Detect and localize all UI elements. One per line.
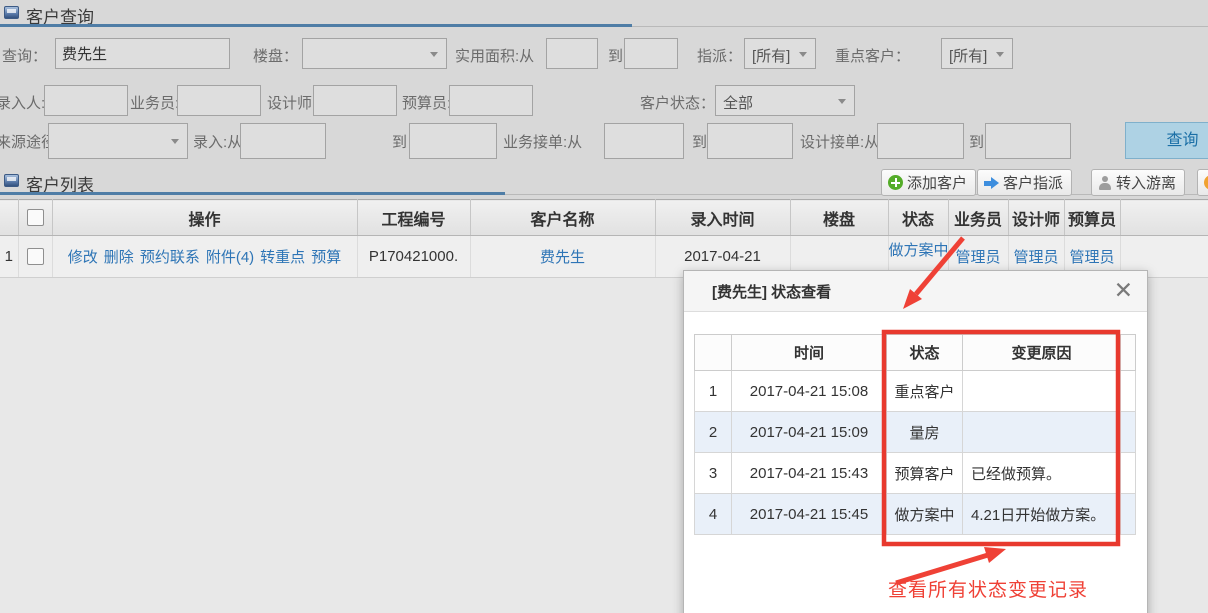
col-time: 时间 [732,335,887,371]
status-history-table: 时间 状态 变更原因 1 2017-04-21 15:08 重点客户 2 201… [694,334,1136,535]
chevron-down-icon [799,52,807,57]
query-label: 查询： [2,45,47,66]
entry-person-input[interactable] [44,85,128,116]
estimator-input[interactable] [449,85,533,116]
customer-status-select[interactable]: 全部 [715,85,855,116]
row-index: 1 [0,236,18,278]
col-no [695,335,732,371]
estimator-label: 预算员: [402,92,451,113]
assign-customer-button[interactable]: 客户指派 [977,169,1072,196]
status-row: 3 2017-04-21 15:43 预算客户 已经做预算。 [695,453,1136,494]
appointment-link[interactable]: 预约联系 [140,249,200,266]
key-customer-label: 重点客户： [835,45,910,66]
to-key-link[interactable]: 转重点 [260,249,305,266]
status-row: 1 2017-04-21 15:08 重点客户 [695,371,1136,412]
status-link[interactable]: 做方案中 [889,242,949,259]
building-select[interactable] [302,38,447,69]
design-order-label: 设计接单:从 [800,131,879,152]
design-order-to-label: 到 [969,131,984,152]
col-filler [1120,200,1208,236]
key-customer-select[interactable]: [所有] [941,38,1013,69]
design-order-to-input[interactable] [985,123,1071,159]
status-view-modal: [费先生] 状态查看 ✕ 时间 状态 变更原因 1 2017-04-21 15:… [683,270,1148,613]
design-order-from-input[interactable] [877,123,964,159]
modal-header: [费先生] 状态查看 ✕ [684,271,1147,312]
col-designer: 设计师 [1008,200,1064,236]
section-window-icon [4,6,19,19]
salesman-input[interactable] [177,85,261,116]
col-estimator: 预算员 [1064,200,1120,236]
blue-arrow-icon [984,177,999,189]
designer-input[interactable] [313,85,397,116]
status-row: 4 2017-04-21 15:45 做方案中 4.21日开始做方案。 [695,494,1136,535]
col-project-no: 工程编号 [357,200,470,236]
chevron-down-icon [996,52,1004,57]
customer-table: 操作 工程编号 客户名称 录入时间 楼盘 状态 业务员 设计师 预算员 1 修改… [0,199,1208,278]
modal-title: [费先生] 状态查看 [712,281,831,302]
sales-order-from-input[interactable] [604,123,684,159]
source-select[interactable] [48,123,188,159]
status-row: 2 2017-04-21 15:09 量房 [695,412,1136,453]
project-no-cell: P170421000. [357,236,470,278]
orange-circle-icon [1204,175,1208,190]
row-index-header [0,200,18,236]
budget-link[interactable]: 预算 [311,249,341,266]
salesman-link[interactable]: 管理员 [955,249,1000,266]
attachment-link[interactable]: 附件(4) [206,249,254,266]
assign-label: 指派： [697,45,742,66]
chevron-down-icon [430,52,438,57]
designer-label: 设计师: [267,92,316,113]
area-from-input[interactable] [546,38,598,69]
col-status: 状态 [888,200,948,236]
plus-circle-icon [888,175,903,190]
delete-link[interactable]: 删除 [104,249,134,266]
row-actions: 修改删除预约联系附件(4) 转重点预算 [52,236,357,278]
area-label: 实用面积:从 [455,45,534,66]
estimator-link[interactable]: 管理员 [1069,249,1114,266]
person-icon [1098,176,1112,190]
col-customer-name: 客户名称 [470,200,655,236]
entry-date-to-label: 到 [392,131,407,152]
query-input[interactable] [55,38,230,69]
sales-order-to-label: 到 [692,131,707,152]
chevron-down-icon [171,139,179,144]
select-all-checkbox[interactable] [27,209,44,226]
col-state: 状态 [887,335,963,371]
assign-select[interactable]: [所有] [744,38,816,69]
col-entry-time: 录入时间 [655,200,790,236]
building-label: 楼盘： [253,45,298,66]
section-window-icon [4,174,19,187]
entry-date-from-input[interactable] [240,123,326,159]
col-building: 楼盘 [790,200,888,236]
area-to-label: 到 [608,45,623,66]
add-customer-button[interactable]: 添加客户 [881,169,976,196]
partial-button[interactable] [1197,169,1208,196]
sales-order-label: 业务接单:从 [503,131,582,152]
to-free-button[interactable]: 转入游离 [1091,169,1185,196]
chevron-down-icon [838,99,846,104]
row-checkbox[interactable] [27,248,44,265]
entry-date-to-input[interactable] [409,123,497,159]
designer-link[interactable]: 管理员 [1013,249,1058,266]
col-salesman: 业务员 [948,200,1008,236]
title-underline [0,192,505,195]
salesman-label: 业务员: [130,92,179,113]
col-reason: 变更原因 [963,335,1121,371]
customer-name-link[interactable]: 费先生 [540,249,585,266]
area-to-input[interactable] [624,38,678,69]
select-all-header [18,200,52,236]
entry-person-label: 录入人: [0,92,45,113]
search-button[interactable]: 查询 [1125,122,1208,159]
col-actions: 操作 [52,200,357,236]
customer-status-label: 客户状态： [640,92,715,113]
title-underline [0,24,632,27]
entry-date-label: 录入:从 [193,131,242,152]
close-icon[interactable]: ✕ [1114,277,1133,304]
sales-order-to-input[interactable] [707,123,793,159]
customer-query-page: 客户查询 查询： 楼盘： 实用面积:从 到 指派： [所有] 重点客户： [所有… [0,0,1208,613]
edit-link[interactable]: 修改 [68,249,98,266]
